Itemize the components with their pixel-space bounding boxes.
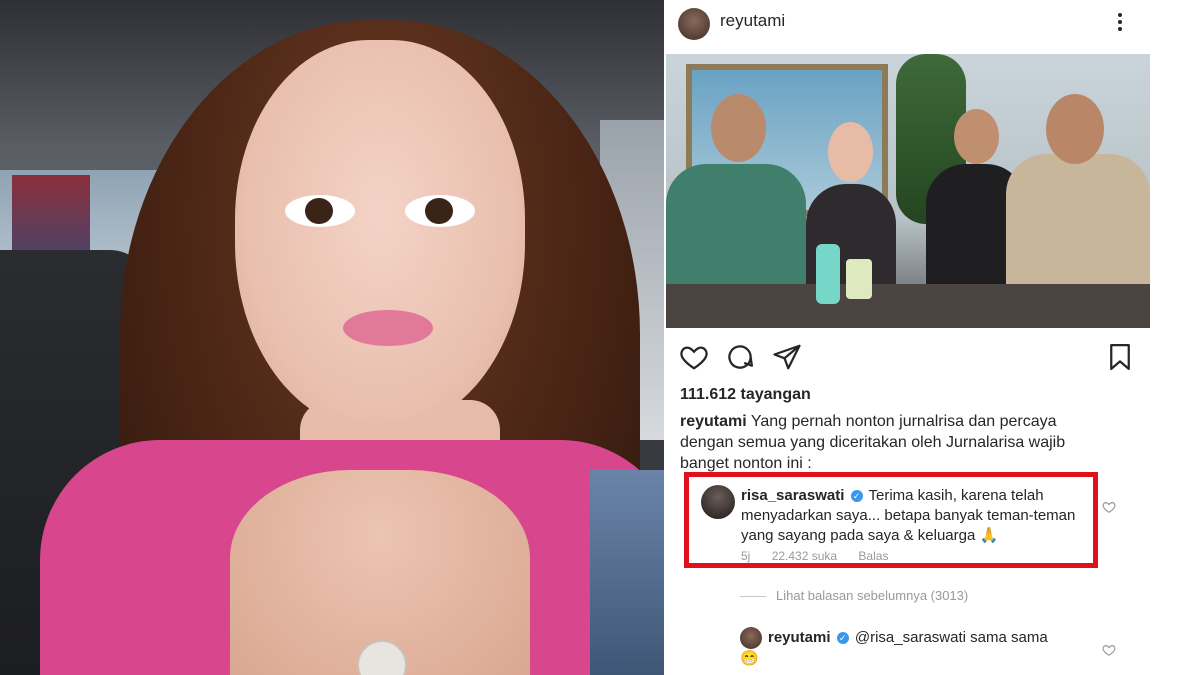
instagram-post: reyutami 111.612 tayangan reyutami Yang … bbox=[664, 0, 1200, 675]
more-icon[interactable] bbox=[1116, 10, 1124, 36]
reply-emoji: 😁 bbox=[740, 650, 759, 667]
lips bbox=[343, 310, 433, 346]
post-caption: reyutami Yang pernah nonton jurnalrisa d… bbox=[680, 411, 1080, 474]
bookmark-icon[interactable] bbox=[1105, 342, 1135, 372]
table bbox=[666, 284, 1150, 328]
reply-comment: reyutami ✓ @risa_saraswati sama sama 😁 bbox=[740, 627, 1140, 669]
avatar[interactable] bbox=[678, 8, 710, 40]
comment-avatar[interactable] bbox=[701, 485, 735, 519]
highlighted-comment: risa_saraswati ✓ Terima kasih, karena te… bbox=[684, 472, 1098, 568]
share-icon[interactable] bbox=[772, 342, 802, 372]
reply-heart-icon[interactable] bbox=[1102, 643, 1116, 657]
water-bottle bbox=[816, 244, 840, 304]
comment-heart-icon[interactable] bbox=[1102, 500, 1116, 514]
verified-icon: ✓ bbox=[836, 632, 849, 644]
post-header: reyutami bbox=[664, 0, 1200, 46]
comment-reply-button[interactable]: Balas bbox=[858, 549, 888, 563]
caption-username[interactable]: reyutami bbox=[680, 413, 747, 430]
comment-username[interactable]: risa_saraswati bbox=[741, 487, 844, 504]
reply-divider bbox=[740, 596, 766, 598]
reply-text: @risa_saraswati sama sama bbox=[854, 628, 1048, 646]
reply-avatar[interactable] bbox=[740, 627, 762, 649]
comment-body: risa_saraswati ✓ Terima kasih, karena te… bbox=[741, 486, 1091, 546]
left-eye bbox=[285, 195, 355, 227]
verified-icon: ✓ bbox=[850, 490, 863, 503]
comment-time: 5j bbox=[741, 549, 751, 563]
view-count[interactable]: 111.612 tayangan bbox=[680, 386, 811, 404]
comment-likes[interactable]: 22.432 suka bbox=[772, 549, 837, 563]
portrait-photo bbox=[0, 0, 690, 675]
view-replies-link[interactable]: Lihat balasan sebelumnya (3013) bbox=[740, 588, 968, 603]
view-replies-text: Lihat balasan sebelumnya (3013) bbox=[776, 588, 969, 603]
reply-username[interactable]: reyutami bbox=[768, 629, 831, 646]
post-image[interactable] bbox=[666, 54, 1150, 328]
post-actions bbox=[664, 340, 1200, 374]
drink-glass bbox=[846, 259, 872, 299]
heart-icon[interactable] bbox=[679, 342, 709, 372]
comment-icon[interactable] bbox=[725, 342, 755, 372]
post-username[interactable]: reyutami bbox=[720, 11, 785, 31]
right-eye bbox=[405, 195, 475, 227]
comment-meta: 5j 22.432 suka Balas bbox=[741, 549, 906, 563]
face bbox=[235, 40, 525, 430]
